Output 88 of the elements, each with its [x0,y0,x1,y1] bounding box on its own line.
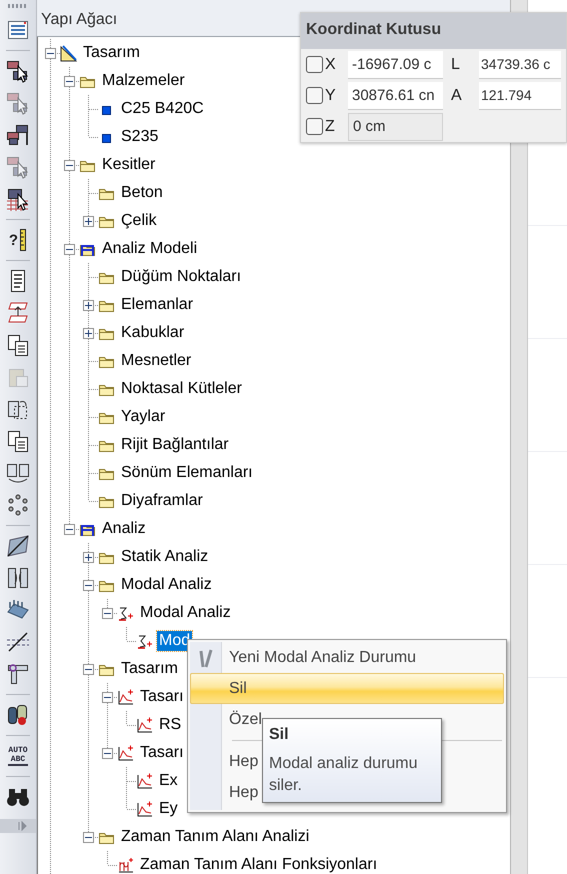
expander-button[interactable] [64,76,75,86]
axis-label: X [324,54,337,74]
expander-button[interactable] [64,160,75,170]
curve-icon [117,688,134,706]
tree-item[interactable]: Elemanlar [119,295,196,315]
input-field[interactable]: -16967.09 c [348,50,443,78]
curve-icon [136,772,153,790]
mirror-icon[interactable] [6,461,30,485]
input-field[interactable]: 30876.61 cn [348,82,443,110]
tree-item[interactable]: Sönüm Elemanları [119,463,255,483]
expander-button[interactable] [83,552,94,562]
tree-item[interactable]: Çelik [119,211,159,231]
tee-ruler-icon[interactable] [6,662,30,686]
tree-item[interactable]: Malzemeler [100,71,187,91]
menu-item[interactable]: Yeni Modal Analiz Durumu [190,642,504,673]
curve-icon [117,744,134,762]
floors-icon[interactable] [6,301,30,325]
cursor-icon[interactable] [6,59,30,83]
tree-item[interactable]: Tasarım [81,43,142,63]
function-icon [117,856,134,874]
expander-button[interactable] [102,748,113,758]
curve-icon [136,800,153,818]
expander-button[interactable] [102,692,113,702]
ruler-pencil-icon [60,44,77,62]
tree-item[interactable]: Düğüm Noktaları [119,267,244,287]
copy-icon[interactable] [6,429,30,453]
axis-label: Z [324,116,336,136]
tree-item[interactable]: Rijit Bağlantılar [119,435,231,455]
help-button[interactable]: ? [8,227,28,253]
expander-button[interactable] [64,244,75,254]
expander-button[interactable] [83,328,94,338]
axis-label: L [450,54,461,74]
tooltip-text: Modal analiz durumu siler. [269,754,419,796]
tree-item[interactable]: Analiz Modeli [100,239,200,259]
tooltip-title: Sil [269,725,290,745]
expander-button[interactable] [83,664,94,674]
curve-icon [136,716,153,734]
expander-button[interactable] [83,300,94,310]
cursor-icon[interactable] [6,187,30,211]
tree-item[interactable]: Yaylar [119,407,168,427]
input-field[interactable]: 34739.36 c [479,50,561,78]
tree-item[interactable]: Mesnetler [119,351,194,371]
auto-label-button[interactable]: AUTO ABC [8,746,28,766]
list-icon[interactable] [6,18,30,42]
cylinders-icon[interactable] [6,703,30,727]
expander-button[interactable] [64,524,75,534]
mode-shape-icon [136,632,153,650]
tree-item[interactable]: Tasarı [138,743,186,763]
panel-title: Yapı Ağacı [41,11,118,28]
tree-item[interactable]: Zaman Tanım Alanı Analizi [119,827,312,847]
tree-item[interactable]: Tasarım [119,659,180,679]
tree-item[interactable]: RS [157,715,184,735]
expander-button[interactable] [83,580,94,590]
tree-item[interactable]: Statik Analiz [119,547,210,567]
tree-item[interactable]: Diyaframlar [119,491,205,511]
expander-button[interactable] [102,608,113,618]
window-title: Koordinat Kutusu [306,21,442,38]
expander-button[interactable] [83,832,94,842]
menu-item[interactable]: Sil [190,673,504,704]
copy-icon[interactable] [6,333,30,357]
tree-item[interactable]: Ey [157,799,180,819]
frame-icon[interactable] [6,566,30,590]
tree-item[interactable]: Noktasal Kütleler [119,379,244,399]
dots-icon[interactable] [6,493,30,517]
axis-label: Y [324,86,337,106]
tree-item[interactable]: Kesitler [100,155,158,175]
tree-item[interactable]: S235 [119,127,160,147]
tree-item[interactable]: Modal Analiz [138,603,233,623]
cursor-icon[interactable] [6,123,30,147]
expander-button[interactable] [83,216,94,226]
tree-item[interactable]: Kabuklar [119,323,186,343]
plane-icon[interactable] [6,534,30,558]
expander-button[interactable] [45,48,56,58]
tree-item[interactable]: Tasarı [138,687,186,707]
tree-item[interactable]: Beton [119,183,165,203]
ruler-icon [19,228,28,252]
axis-label: A [450,86,463,106]
mode-shape-icon [117,604,134,622]
tree-item[interactable]: Zaman Tanım Alanı Fonksiyonları [138,855,380,874]
checkbox[interactable] [306,87,323,104]
tree-item[interactable]: C25 B420C [119,99,206,119]
cut-line-icon[interactable] [6,630,30,654]
input-field[interactable]: 121.794 [479,82,561,110]
tree-item[interactable]: Analiz [100,519,148,539]
tree-item[interactable]: Modal Analiz [119,575,214,595]
tree-item[interactable]: Ex [157,771,180,791]
chevron-icon [18,821,28,831]
checkbox[interactable] [306,56,323,73]
